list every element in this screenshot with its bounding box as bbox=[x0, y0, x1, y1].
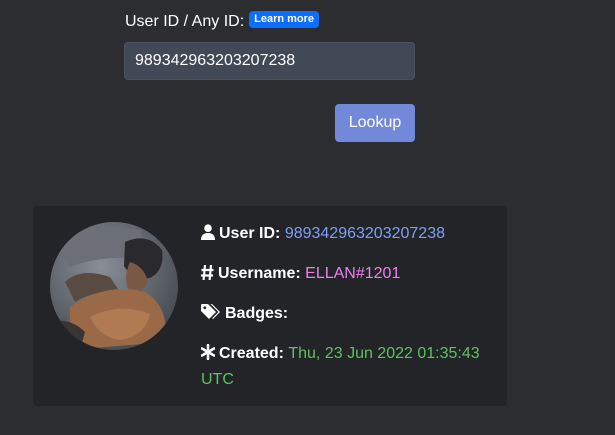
username-value: ELLAN#1201 bbox=[305, 265, 401, 282]
user-id-label: User ID bbox=[219, 225, 276, 242]
user-id-row: User ID: 989342963203207238 bbox=[201, 222, 496, 248]
lookup-button[interactable]: Lookup bbox=[335, 104, 415, 142]
username-label: Username bbox=[218, 265, 296, 282]
tags-icon bbox=[201, 304, 221, 328]
hashtag-icon bbox=[201, 264, 214, 288]
badges-label: Badges bbox=[225, 305, 283, 322]
user-id-value: 989342963203207238 bbox=[284, 225, 445, 242]
id-input[interactable] bbox=[124, 42, 415, 80]
id-field-label: User ID / Any ID: Learn more bbox=[125, 10, 320, 31]
username-row: Username: ELLAN#1201 bbox=[201, 262, 496, 288]
result-card: User ID: 989342963203207238 Username: EL… bbox=[33, 206, 507, 406]
id-label-text: User ID / Any ID: bbox=[125, 13, 245, 30]
created-label: Created bbox=[219, 345, 279, 362]
badges-row: Badges: bbox=[201, 302, 496, 328]
learn-more-badge[interactable]: Learn more bbox=[249, 10, 320, 28]
created-row: Created: Thu, 23 Jun 2022 01:35:43 UTC bbox=[200, 343, 480, 388]
asterisk-icon bbox=[200, 343, 216, 368]
user-icon bbox=[201, 224, 215, 248]
avatar bbox=[50, 222, 178, 350]
